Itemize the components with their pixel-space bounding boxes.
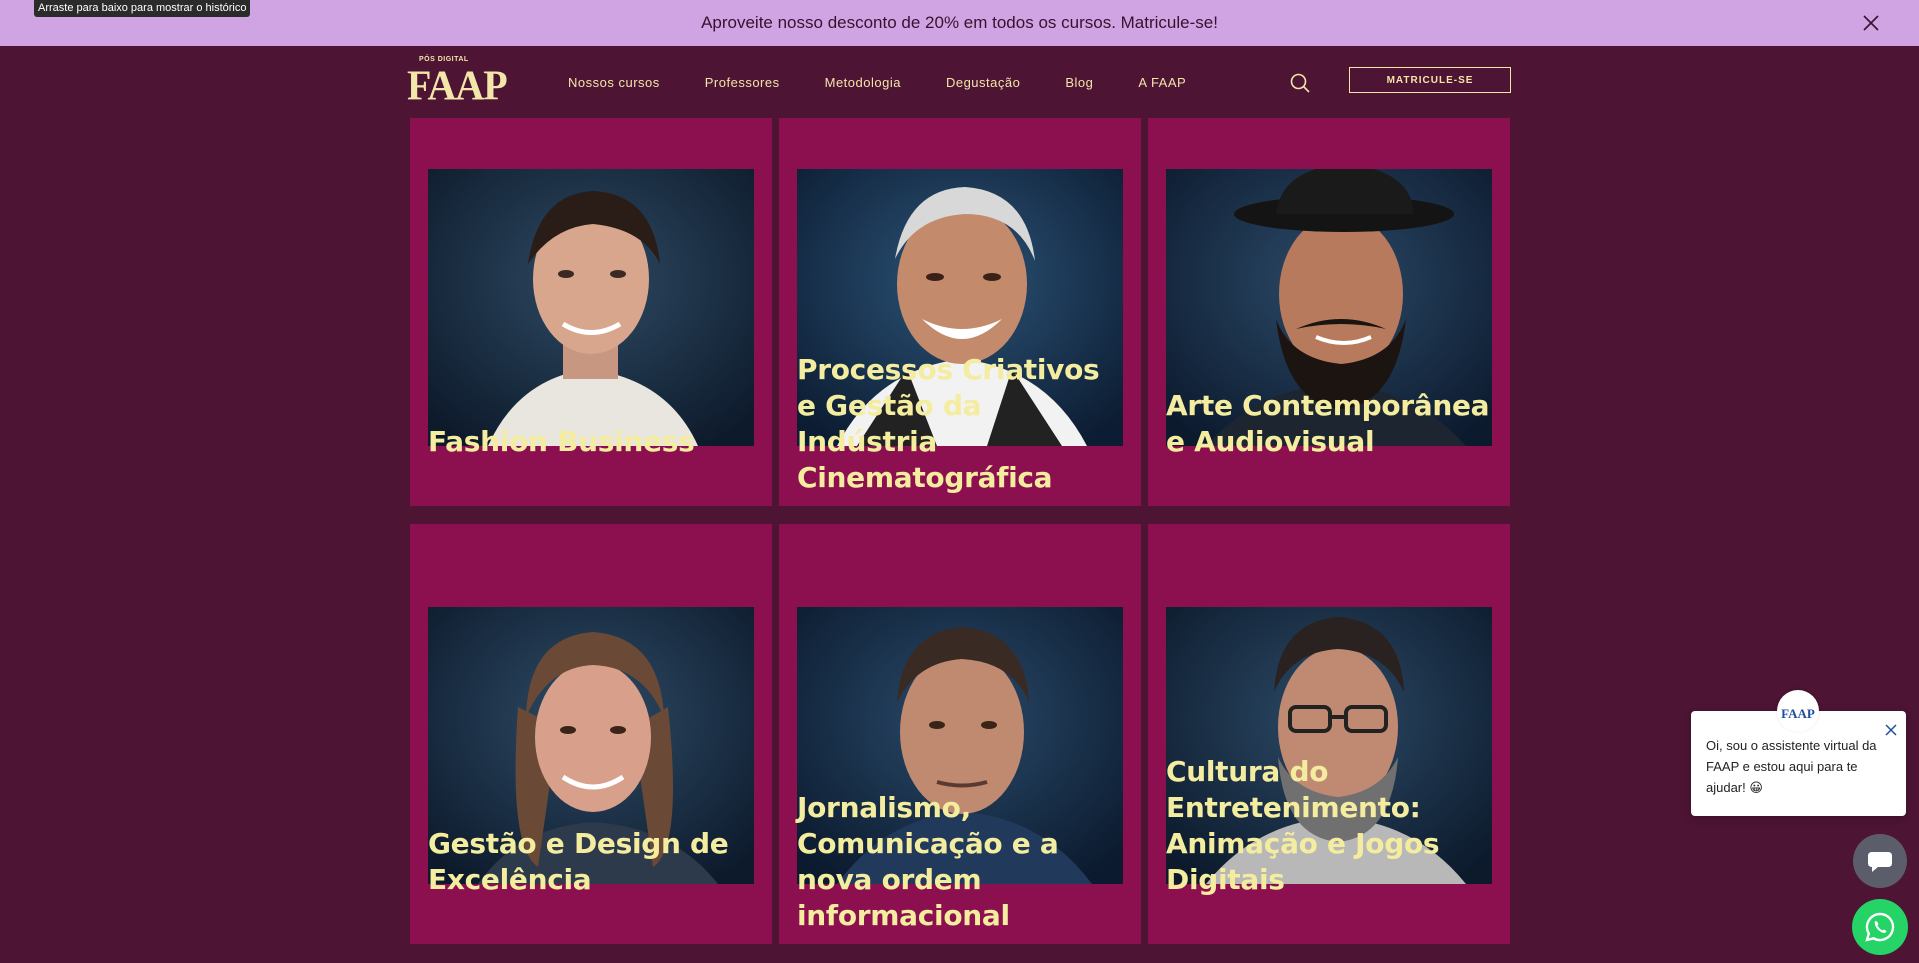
assistant-message: Oi, sou o assistente virtual da FAAP e e…	[1706, 738, 1877, 795]
chat-button[interactable]	[1853, 834, 1907, 888]
nav-metodologia[interactable]: Metodologia	[825, 75, 901, 90]
site-header: PÓS DIGITAL FAAP Nossos cursos Professor…	[0, 46, 1919, 118]
logo-wordmark: FAAP	[407, 61, 508, 110]
course-card-fashion-business[interactable]: Fashion Business	[410, 118, 772, 506]
course-title: Arte Contemporânea e Audiovisual	[1166, 389, 1490, 458]
close-icon[interactable]	[1884, 723, 1898, 737]
search-icon[interactable]	[1289, 72, 1311, 94]
professor-portrait	[428, 169, 754, 446]
course-title: Cultura do Entretenimento: Animação e Jo…	[1166, 755, 1440, 896]
whatsapp-button[interactable]	[1852, 899, 1908, 955]
faap-logo[interactable]: PÓS DIGITAL FAAP	[407, 56, 508, 109]
assistant-avatar: FAAP	[1777, 690, 1819, 732]
promo-banner: Aproveite nosso desconto de 20% em todos…	[0, 0, 1919, 46]
course-title: Jornalismo, Comunicação e a nova ordem i…	[797, 791, 1059, 932]
nav-blog[interactable]: Blog	[1065, 75, 1093, 90]
course-card-jornalismo[interactable]: Jornalismo, Comunicação e a nova ordem i…	[779, 524, 1141, 944]
chat-icon	[1868, 852, 1892, 872]
history-tooltip: Arraste para baixo para mostrar o histór…	[34, 0, 251, 17]
course-title: Fashion Business	[428, 425, 695, 458]
assistant-avatar-label: FAAP	[1781, 706, 1815, 721]
nav-degustacao[interactable]: Degustação	[946, 75, 1020, 90]
close-icon[interactable]	[1861, 13, 1881, 33]
course-card-arte-contemporanea[interactable]: Arte Contemporânea e Audiovisual	[1148, 118, 1510, 506]
course-card-processos-criativos[interactable]: Processos Criativos e Gestão da Indústri…	[779, 118, 1141, 506]
course-title: Processos Criativos e Gestão da Indústri…	[797, 353, 1100, 494]
course-card-cultura-entretenimento[interactable]: Cultura do Entretenimento: Animação e Jo…	[1148, 524, 1510, 944]
matricule-se-button[interactable]: MATRICULE-SE	[1349, 67, 1511, 93]
course-title: Gestão e Design de Excelência	[428, 827, 729, 896]
nav-nossos-cursos[interactable]: Nossos cursos	[568, 75, 660, 90]
course-card-gestao-design[interactable]: Gestão e Design de Excelência	[410, 524, 772, 944]
whatsapp-icon	[1865, 912, 1895, 942]
nav-a-faap[interactable]: A FAAP	[1138, 75, 1186, 90]
promo-text[interactable]: Aproveite nosso desconto de 20% em todos…	[701, 13, 1218, 33]
nav-professores[interactable]: Professores	[705, 75, 780, 90]
main-nav: Nossos cursos Professores Metodologia De…	[568, 46, 1231, 118]
